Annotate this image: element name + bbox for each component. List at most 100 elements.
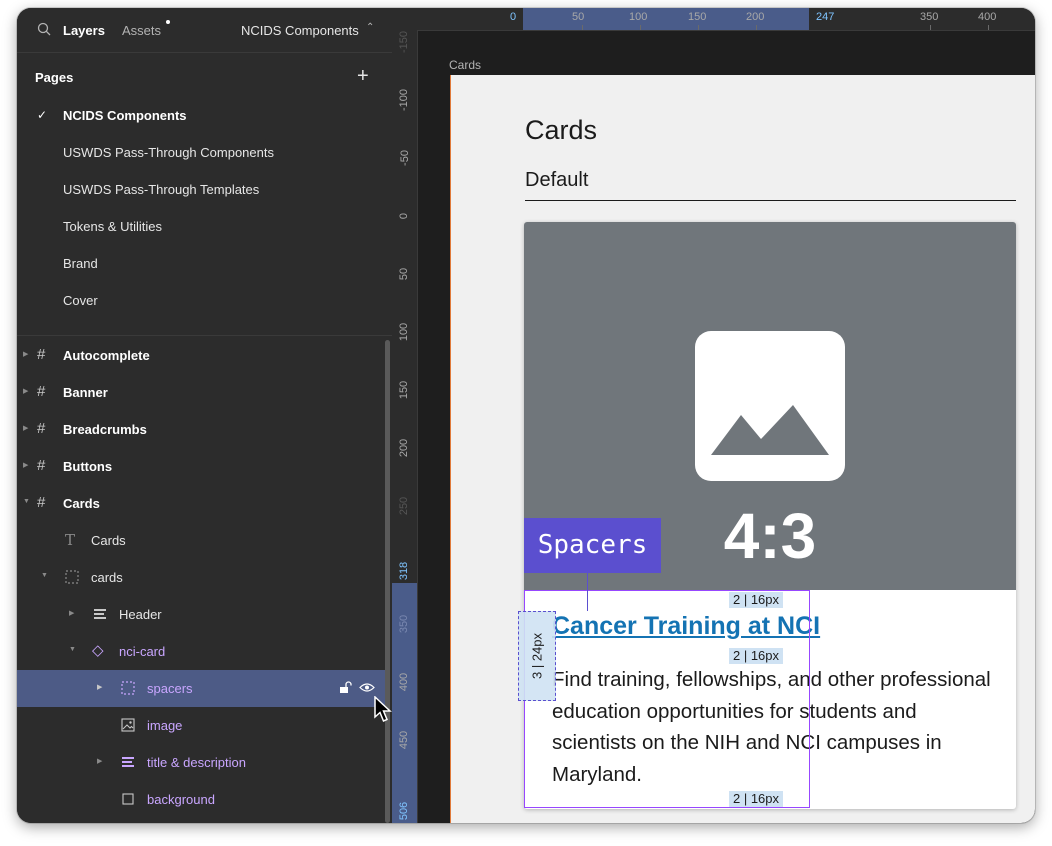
horizontal-ruler: 0 50 100 150 200 247 350 400 xyxy=(392,8,1035,31)
page-item[interactable]: USWDS Pass-Through Templates xyxy=(63,182,259,197)
rectangle-icon xyxy=(122,793,134,805)
layer-item[interactable]: ▶ # Banner xyxy=(17,374,385,411)
ruler-label: 50 xyxy=(572,11,585,23)
spacer-label-top: 2 | 16px xyxy=(729,592,784,608)
ruler-label: 0 xyxy=(510,11,517,23)
vertical-ruler: -150 -100 -50 0 50 100 150 200 250 318 3… xyxy=(392,30,418,823)
pages-heading: Pages xyxy=(35,70,74,85)
caret-right-icon[interactable]: ▶ xyxy=(23,350,28,358)
design-canvas[interactable]: Cards Cards Default 4:3 Cancer Training … xyxy=(418,31,1035,823)
tab-assets[interactable]: Assets xyxy=(122,23,161,38)
ruler-tick xyxy=(756,25,757,30)
frame-icon: # xyxy=(37,383,46,400)
ruler-label: 350 xyxy=(398,614,411,634)
ruler-label: 250 xyxy=(398,496,411,516)
frame-label[interactable]: Cards xyxy=(449,58,481,72)
spacers-selection-outline[interactable] xyxy=(524,590,810,808)
frame-icon: # xyxy=(37,420,46,437)
ruler-label: -150 xyxy=(398,30,411,54)
chevron-up-icon[interactable]: ⌃ xyxy=(366,22,374,33)
ruler-label: 506 xyxy=(398,801,411,821)
row-actions xyxy=(339,680,376,694)
app-window: Layers Assets NCIDS Components ⌃ Pages +… xyxy=(17,8,1035,823)
frame-icon: # xyxy=(37,457,46,474)
page-item[interactable]: USWDS Pass-Through Components xyxy=(63,145,274,160)
cards-frame[interactable]: Cards Default 4:3 Cancer Training at NCI… xyxy=(450,75,1035,823)
caret-right-icon[interactable]: ▶ xyxy=(23,461,28,469)
caret-right-icon[interactable]: ▶ xyxy=(23,387,28,395)
layer-label: nci-card xyxy=(119,644,166,659)
caret-right-icon[interactable]: ▶ xyxy=(97,683,102,691)
component-instance-icon: ◇ xyxy=(92,642,104,659)
layer-item[interactable]: ▼ ◇ nci-card xyxy=(17,633,385,670)
ruler-selection-highlight xyxy=(523,8,809,30)
layer-label: spacers xyxy=(147,681,193,696)
add-page-icon[interactable]: + xyxy=(357,66,369,86)
layer-item[interactable]: ▼ cards xyxy=(17,559,385,596)
page-item[interactable]: Tokens & Utilities xyxy=(63,219,162,234)
layer-item[interactable]: image xyxy=(17,707,385,744)
caret-right-icon[interactable]: ▶ xyxy=(97,757,102,765)
canvas-subheading: Default xyxy=(525,169,589,191)
layer-label: Autocomplete xyxy=(63,348,150,363)
tab-layers[interactable]: Layers xyxy=(63,23,105,38)
layer-item[interactable]: ▶ # Autocomplete xyxy=(17,337,385,374)
ruler-label: 100 xyxy=(398,322,411,342)
ruler-label: -50 xyxy=(398,150,411,166)
caret-down-icon[interactable]: ▼ xyxy=(23,498,30,505)
unlock-icon[interactable] xyxy=(339,681,352,694)
ruler-label: 350 xyxy=(920,11,939,23)
stack-icon xyxy=(122,757,134,767)
ruler-label: 50 xyxy=(398,267,411,281)
sidebar-scrollbar[interactable] xyxy=(385,340,390,823)
layer-label: Header xyxy=(119,607,162,622)
eye-icon[interactable] xyxy=(359,681,376,694)
ruler-tick xyxy=(930,25,931,30)
layer-label: cards xyxy=(91,570,123,585)
spacer-left[interactable]: 3 | 24px xyxy=(518,611,556,701)
divider xyxy=(17,335,392,336)
layer-item[interactable]: ▶ title & description xyxy=(17,744,385,781)
assets-notification-dot xyxy=(166,20,170,24)
layer-item[interactable]: ▼ # Cards xyxy=(17,485,385,522)
caret-right-icon[interactable]: ▶ xyxy=(23,424,28,432)
page-item[interactable]: NCIDS Components xyxy=(63,108,187,123)
layer-label: Buttons xyxy=(63,459,113,474)
layer-item[interactable]: ▶ # Buttons xyxy=(17,448,385,485)
layers-sidebar: Layers Assets NCIDS Components ⌃ Pages +… xyxy=(17,8,392,823)
ruler-label: 100 xyxy=(629,11,648,23)
ruler-label: 150 xyxy=(398,380,411,400)
caret-down-icon[interactable]: ▼ xyxy=(41,572,48,579)
layer-label: Banner xyxy=(63,385,108,400)
spacers-callout: Spacers xyxy=(524,518,661,573)
layer-label: background xyxy=(147,792,215,807)
layer-label: image xyxy=(147,718,183,733)
ruler-label: 150 xyxy=(688,11,707,23)
layer-item[interactable]: background xyxy=(17,781,385,818)
ruler-label: 400 xyxy=(978,11,997,23)
page-item[interactable]: Brand xyxy=(63,256,98,271)
caret-right-icon[interactable]: ▶ xyxy=(69,609,74,617)
layer-label: Breadcrumbs xyxy=(63,422,147,437)
stack-icon xyxy=(94,609,106,619)
spacer-label-left: 3 | 24px xyxy=(529,632,545,680)
ruler-tick xyxy=(582,25,583,30)
ruler-label: 0 xyxy=(398,212,411,220)
layer-item-selected[interactable]: ▶ spacers xyxy=(17,670,385,707)
page-selector[interactable]: NCIDS Components xyxy=(241,23,359,38)
canvas-heading: Cards xyxy=(525,115,598,145)
caret-down-icon[interactable]: ▼ xyxy=(69,646,76,653)
layer-item[interactable]: ▶ Header xyxy=(17,596,385,633)
ruler-label: -100 xyxy=(398,88,411,112)
ruler-tick xyxy=(988,25,989,30)
ruler-tick xyxy=(698,25,699,30)
layer-item[interactable]: ▶ # Breadcrumbs xyxy=(17,411,385,448)
page-item[interactable]: Cover xyxy=(63,293,98,308)
ruler-label: 247 xyxy=(816,11,835,23)
sidebar-topbar: Layers Assets NCIDS Components ⌃ xyxy=(17,8,392,53)
layer-item[interactable]: T Cards xyxy=(17,522,385,559)
ruler-label: 400 xyxy=(398,672,411,692)
spacer-label-bottom: 2 | 16px xyxy=(729,791,784,807)
ruler-tick xyxy=(640,25,641,30)
search-icon[interactable] xyxy=(37,22,51,36)
